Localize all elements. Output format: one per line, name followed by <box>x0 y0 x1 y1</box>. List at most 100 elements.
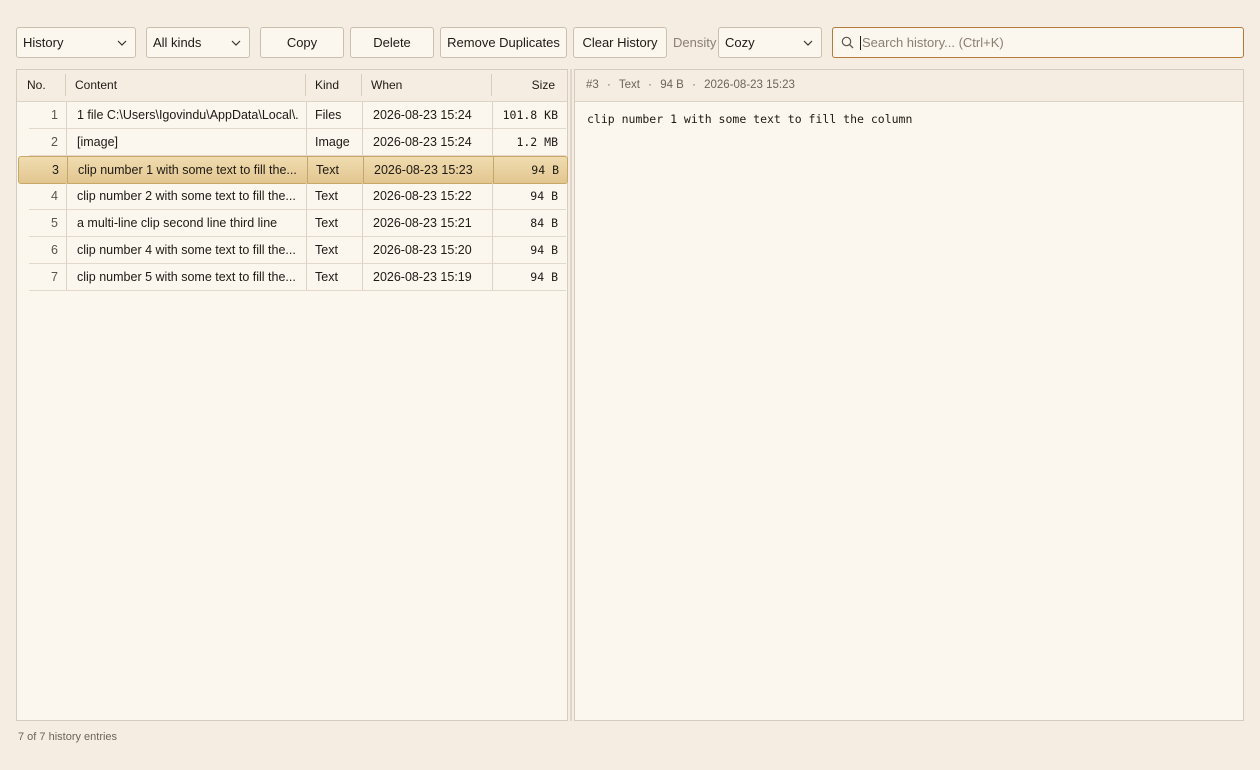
row-size: 84 B <box>530 216 558 230</box>
detail-header: #3 · Text · 94 B · 2026-08-23 15:23 <box>575 70 1243 102</box>
view-select-value: History <box>23 35 64 50</box>
table-row[interactable]: 6 clip number 4 with some text to fill th… <box>29 237 566 264</box>
cell-divider <box>306 210 307 236</box>
clear-history-button[interactable]: Clear History <box>573 27 667 58</box>
cell-divider <box>492 237 493 263</box>
meta-separator: · <box>692 79 696 91</box>
table-row[interactable]: 7 clip number 5 with some text to fill th… <box>29 264 566 291</box>
column-divider <box>491 74 492 96</box>
column-header-kind[interactable]: Kind <box>315 70 339 101</box>
detail-size: 94 B <box>660 79 684 91</box>
table-row[interactable]: 4 clip number 2 with some text to fill th… <box>29 183 566 210</box>
cell-divider <box>66 237 67 263</box>
cell-divider <box>492 102 493 128</box>
row-number: 6 <box>51 243 58 257</box>
kind-select-value: All kinds <box>153 35 202 50</box>
cell-divider <box>492 129 493 155</box>
column-divider <box>305 74 306 96</box>
cell-divider <box>362 264 363 290</box>
cell-divider <box>306 264 307 290</box>
column-header-size[interactable]: Size <box>532 70 555 101</box>
column-divider <box>361 74 362 96</box>
history-table: No. Content Kind When Size 1 1 file C:\Us… <box>16 69 568 721</box>
row-content: a multi-line clip second line third line <box>77 216 278 230</box>
row-size: 94 B <box>530 270 558 284</box>
remove-duplicates-button[interactable]: Remove Duplicates <box>440 27 567 58</box>
table-row[interactable]: 3 clip number 1 with some text to fill th… <box>18 156 568 184</box>
row-size: 94 B <box>530 243 558 257</box>
search-icon <box>841 36 854 49</box>
row-kind: Text <box>315 216 338 230</box>
cell-divider <box>363 157 364 183</box>
row-when: 2026-08-23 15:24 <box>373 108 472 122</box>
row-content: clip number 1 with some text to fill the… <box>78 163 297 177</box>
table-header: No. Content Kind When Size <box>17 70 567 102</box>
detail-id: #3 <box>586 79 599 91</box>
search-input[interactable]: Search history... (Ctrl+K) <box>832 27 1244 58</box>
row-size: 101.8 KB <box>502 108 558 122</box>
row-kind: Files <box>315 108 342 122</box>
table-row[interactable]: 5 a multi-line clip second line third lin… <box>29 210 566 237</box>
cell-divider <box>492 264 493 290</box>
column-header-no[interactable]: No. <box>27 70 46 101</box>
detail-content[interactable]: clip number 1 with some text to fill the… <box>587 112 912 126</box>
row-when: 2026-08-23 15:20 <box>373 243 472 257</box>
row-kind: Image <box>315 135 350 149</box>
density-label: Density <box>673 35 717 50</box>
row-kind: Text <box>316 163 339 177</box>
meta-separator: · <box>607 79 611 91</box>
cell-divider <box>362 183 363 209</box>
text-caret <box>860 35 861 50</box>
meta-separator: · <box>648 79 652 91</box>
cell-divider <box>362 129 363 155</box>
column-header-content[interactable]: Content <box>75 70 117 101</box>
cell-divider <box>306 237 307 263</box>
cell-divider <box>362 102 363 128</box>
cell-divider <box>306 183 307 209</box>
cell-divider <box>66 183 67 209</box>
row-size: 1.2 MB <box>516 135 558 149</box>
row-number: 4 <box>51 189 58 203</box>
table-row[interactable]: 2 [image] Image 2026-08-23 15:24 1.2 MB <box>29 129 566 156</box>
row-when: 2026-08-23 15:23 <box>374 163 473 177</box>
kind-select[interactable]: All kinds <box>146 27 250 58</box>
row-content: clip number 2 with some text to fill the… <box>77 189 296 203</box>
row-number: 5 <box>51 216 58 230</box>
row-size: 94 B <box>531 163 559 177</box>
row-kind: Text <box>315 270 338 284</box>
row-number: 1 <box>51 108 58 122</box>
cell-divider <box>493 157 494 183</box>
row-number: 7 <box>51 270 58 284</box>
column-header-when[interactable]: When <box>371 70 402 101</box>
cell-divider <box>306 129 307 155</box>
row-number: 2 <box>51 135 58 149</box>
cell-divider <box>492 183 493 209</box>
view-select[interactable]: History <box>16 27 136 58</box>
row-when: 2026-08-23 15:24 <box>373 135 472 149</box>
pane-splitter[interactable] <box>570 69 572 721</box>
row-when: 2026-08-23 15:22 <box>373 189 472 203</box>
row-content: clip number 4 with some text to fill the… <box>77 243 296 257</box>
density-select[interactable]: Cozy <box>718 27 822 58</box>
delete-button[interactable]: Delete <box>350 27 434 58</box>
cell-divider <box>362 237 363 263</box>
cell-divider <box>492 210 493 236</box>
copy-button[interactable]: Copy <box>260 27 344 58</box>
detail-kind: Text <box>618 79 640 91</box>
cell-divider <box>306 102 307 128</box>
chevron-down-icon <box>231 38 241 48</box>
cell-divider <box>66 129 67 155</box>
search-placeholder: Search history... (Ctrl+K) <box>862 35 1004 50</box>
row-content: 1 file C:\Users\Igovindu\AppData\Local\.… <box>77 108 299 122</box>
row-kind: Text <box>315 243 338 257</box>
row-size: 94 B <box>530 189 558 203</box>
cell-divider <box>66 264 67 290</box>
column-divider <box>65 74 66 96</box>
row-kind: Text <box>315 189 338 203</box>
row-when: 2026-08-23 15:21 <box>373 216 472 230</box>
row-content: clip number 5 with some text to fill the… <box>77 270 296 284</box>
row-content: [image] <box>77 135 118 149</box>
detail-panel: #3 · Text · 94 B · 2026-08-23 15:23 clip… <box>574 69 1244 721</box>
table-row[interactable]: 1 1 file C:\Users\Igovindu\AppData\Local\… <box>29 102 566 129</box>
cell-divider <box>67 157 68 183</box>
